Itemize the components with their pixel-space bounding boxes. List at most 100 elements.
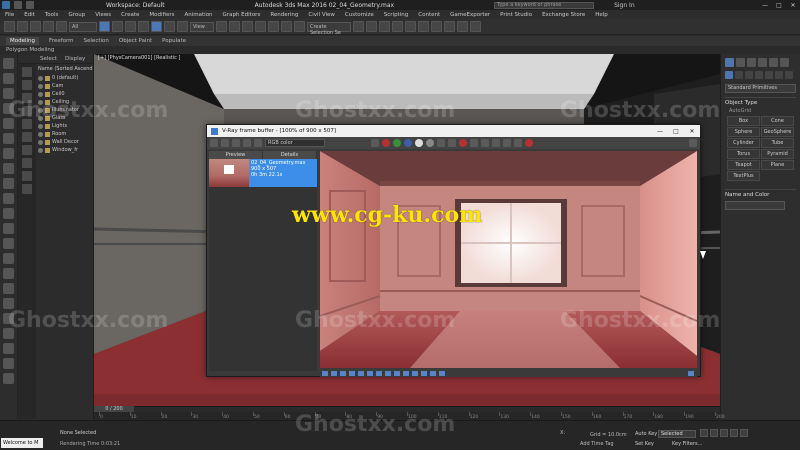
menu-group[interactable]: Group <box>63 12 90 18</box>
blue-channel-icon[interactable] <box>404 139 412 147</box>
track-mouse-icon[interactable] <box>470 139 478 147</box>
key-mode-dropdown[interactable]: Selected <box>658 430 696 438</box>
explorer-tab-display[interactable]: Display <box>65 56 85 62</box>
save-icon[interactable] <box>437 139 445 147</box>
strip-icon[interactable] <box>3 208 14 219</box>
eye-icon[interactable] <box>38 99 43 105</box>
menu-print-studio[interactable]: Print Studio <box>495 12 537 18</box>
selection-filter-dropdown[interactable]: All <box>69 21 97 32</box>
strip-icon[interactable] <box>3 163 14 174</box>
filter-icon[interactable] <box>22 67 32 77</box>
bind-icon[interactable] <box>56 21 67 32</box>
angle-snap-icon[interactable] <box>268 21 279 32</box>
history-col-details[interactable]: Details <box>263 151 317 159</box>
geosphere-button[interactable]: GeoSphere <box>761 127 794 137</box>
keyboard-shortcut-icon[interactable] <box>242 21 253 32</box>
filter-icon[interactable] <box>22 93 32 103</box>
menu-exchange-store[interactable]: Exchange Store <box>537 12 590 18</box>
tree-item[interactable]: Ceiling <box>38 98 94 106</box>
minimize-button[interactable]: — <box>758 2 772 9</box>
strip-icon[interactable] <box>3 118 14 129</box>
spacewarps-icon[interactable] <box>775 71 783 79</box>
redo-icon[interactable] <box>17 21 28 32</box>
render-icon[interactable] <box>525 139 533 147</box>
menu-graph-editors[interactable]: Graph Editors <box>218 12 266 18</box>
levels-icon[interactable] <box>367 370 373 376</box>
menu-gameexporter[interactable]: GameExporter <box>445 12 495 18</box>
shapes-icon[interactable] <box>735 71 743 79</box>
color-balance-icon[interactable] <box>358 370 364 376</box>
textplus-button[interactable]: TextPlus <box>727 171 760 181</box>
sphere-button[interactable]: Sphere <box>727 127 760 137</box>
mono-icon[interactable] <box>426 139 434 147</box>
strip-icon[interactable] <box>3 178 14 189</box>
menu-civil-view[interactable]: Civil View <box>303 12 339 18</box>
tube-button[interactable]: Tube <box>761 138 794 148</box>
filter-icon[interactable] <box>22 145 32 155</box>
cameras-icon[interactable] <box>755 71 763 79</box>
systems-icon[interactable] <box>785 71 793 79</box>
filter-icon[interactable] <box>22 184 32 194</box>
green-channel-icon[interactable] <box>393 139 401 147</box>
filter-icon[interactable] <box>22 158 32 168</box>
vfb-title-bar[interactable]: V-Ray frame buffer - [100% of 900 x 507]… <box>207 125 700 137</box>
schematic-view-icon[interactable] <box>418 21 429 32</box>
hierarchy-tab-icon[interactable] <box>747 58 756 67</box>
strip-icon[interactable] <box>3 223 14 234</box>
exposure-icon[interactable] <box>331 370 337 376</box>
filter-icon[interactable] <box>22 171 32 181</box>
strip-icon[interactable] <box>3 73 14 84</box>
strip-icon[interactable] <box>3 193 14 204</box>
app-logo-icon[interactable] <box>2 1 10 9</box>
strip-icon[interactable] <box>3 133 14 144</box>
strip-icon[interactable] <box>3 238 14 249</box>
menu-modifiers[interactable]: Modifiers <box>144 12 179 18</box>
tree-item[interactable]: Room <box>38 130 94 138</box>
strip-icon[interactable] <box>3 373 14 384</box>
vfb-minimize-button[interactable]: — <box>652 128 668 135</box>
tree-item[interactable]: Glass <box>38 114 94 122</box>
link-vfb-icon[interactable] <box>492 139 500 147</box>
plane-button[interactable]: Plane <box>761 160 794 170</box>
strip-icon[interactable] <box>3 358 14 369</box>
interactive-render-icon[interactable] <box>689 139 697 147</box>
auto-key-button[interactable]: Auto Key <box>635 431 657 437</box>
cone-button[interactable]: Cone <box>761 116 794 126</box>
alpha-channel-icon[interactable] <box>415 139 423 147</box>
background-icon[interactable] <box>385 370 391 376</box>
history-col-preview[interactable]: Preview <box>209 151 263 159</box>
strip-icon[interactable] <box>3 298 14 309</box>
maxscript-listener[interactable]: Welcome to M <box>1 438 43 448</box>
history-icon[interactable] <box>243 139 251 147</box>
settings-icon[interactable] <box>322 370 328 376</box>
region-render-icon[interactable] <box>481 139 489 147</box>
pyramid-button[interactable]: Pyramid <box>761 149 794 159</box>
stop-render-icon[interactable] <box>459 139 467 147</box>
filter-icon[interactable] <box>22 132 32 142</box>
rendered-image[interactable] <box>320 151 697 368</box>
menu-create[interactable]: Create <box>116 12 144 18</box>
object-name-field[interactable] <box>725 201 785 210</box>
strip-icon[interactable] <box>3 283 14 294</box>
eye-icon[interactable] <box>38 91 43 97</box>
filter-icon[interactable] <box>22 80 32 90</box>
window-crossing-icon[interactable] <box>138 21 149 32</box>
tab-selection[interactable]: Selection <box>84 38 109 44</box>
channel-dropdown[interactable]: RGB color <box>265 139 325 147</box>
previous-frame-icon[interactable] <box>710 429 718 437</box>
ocio-icon[interactable] <box>403 370 409 376</box>
icc-icon[interactable] <box>412 370 418 376</box>
eye-icon[interactable] <box>38 75 43 81</box>
tab-object-paint[interactable]: Object Paint <box>119 38 152 44</box>
link-icon[interactable] <box>30 21 41 32</box>
menu-content[interactable]: Content <box>413 12 445 18</box>
key-filters-button[interactable]: Key Filters... <box>672 441 702 447</box>
lights-icon[interactable] <box>745 71 753 79</box>
tree-item[interactable]: Cam <box>38 82 94 90</box>
mirror-icon[interactable] <box>353 21 364 32</box>
next-frame-icon[interactable] <box>730 429 738 437</box>
quick-access-icon[interactable] <box>26 1 34 9</box>
filter-icon[interactable] <box>22 106 32 116</box>
render-setup-icon[interactable] <box>444 21 455 32</box>
clear-image-icon[interactable] <box>232 139 240 147</box>
